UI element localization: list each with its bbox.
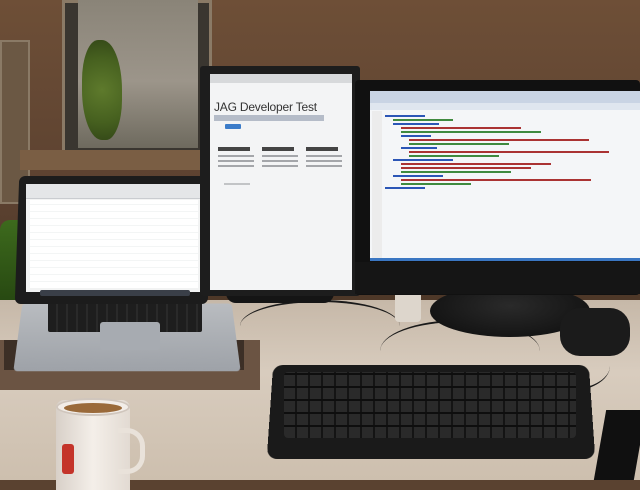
bush-outside xyxy=(82,40,122,140)
ide-statusbar xyxy=(370,258,640,261)
browser-toolbar xyxy=(210,74,352,83)
mug-handle xyxy=(118,428,145,474)
monitor-chin xyxy=(355,262,640,294)
column-heading xyxy=(262,147,294,151)
column-heading xyxy=(306,147,338,151)
column-web-hosting xyxy=(306,147,346,187)
ide-gutter xyxy=(372,111,382,261)
column-heading xyxy=(218,147,250,151)
tea xyxy=(64,403,122,413)
ide-menu xyxy=(370,103,640,110)
column-connect xyxy=(262,147,302,187)
window-sill xyxy=(20,150,220,170)
spreadsheet-toolbar xyxy=(26,184,202,199)
page-title: JAG Developer Test xyxy=(214,100,317,114)
laptop-trackpad xyxy=(100,322,160,350)
cable xyxy=(240,300,400,352)
learn-more-button[interactable] xyxy=(225,124,241,129)
mug-print xyxy=(62,444,74,474)
page-subtitle-blur xyxy=(214,115,324,121)
page-footer xyxy=(224,183,250,185)
ide-titlebar xyxy=(370,91,640,103)
column-getting-started xyxy=(218,147,258,187)
spreadsheet-grid xyxy=(30,200,198,288)
code-editor xyxy=(385,115,640,255)
webcam xyxy=(560,308,630,356)
keyboard-rows xyxy=(284,372,576,438)
laptop-dock xyxy=(40,290,190,296)
